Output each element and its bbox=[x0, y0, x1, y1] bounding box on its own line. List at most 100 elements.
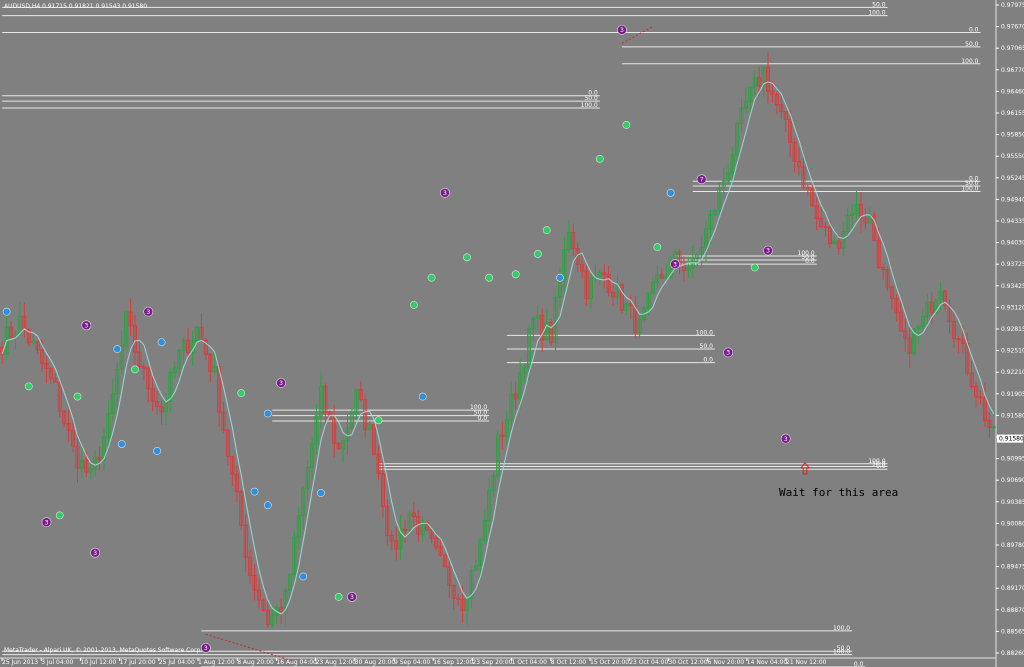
time-axis: 25 Jun 2013 3 Jul 04:00 10 Jul 12:00 17 Jul… bbox=[1, 658, 827, 666]
price-tick-label: 0.88260 bbox=[1001, 650, 1024, 657]
blue-signal-marker bbox=[157, 338, 166, 347]
price-axis: 0.97975 0.97670 0.97065 0.96770 0.96460 0.961… bbox=[996, 2, 1024, 657]
blue-signal-marker bbox=[418, 392, 427, 401]
blue-signal-marker bbox=[250, 487, 259, 496]
time-tick-label: 16 Aug 04:00 bbox=[276, 659, 317, 666]
time-tick-label: 23 Oct 04:00 bbox=[629, 659, 668, 666]
fib-level-label: 0.0 bbox=[703, 357, 713, 364]
fib-level-label: 50.0 bbox=[700, 343, 714, 350]
price-tick-label: 0.94335 bbox=[1001, 218, 1024, 225]
blue-signal-marker bbox=[113, 345, 122, 353]
chart-window[interactable]: 50.0 100.0 0.0 50.0 100.0 0.0 50.0 100.0 0.0 50.0… bbox=[0, 0, 1024, 667]
fib-level-label: 100.0 bbox=[868, 10, 885, 17]
candles bbox=[0, 52, 996, 629]
signal-marker-label: 3 bbox=[784, 436, 788, 443]
green-signal-marker bbox=[750, 263, 759, 272]
blue-signal-marker bbox=[299, 572, 308, 581]
price-tick-label: 0.90995 bbox=[1001, 456, 1024, 463]
signal-marker-label: 3 bbox=[93, 550, 97, 557]
fibonacci-levels: 50.0100.00.050.0100.00.050.0100.00.050.0… bbox=[2, 1, 981, 667]
signal-marker-label: 3 bbox=[350, 594, 354, 601]
copyright-text: MetaTrader - Alpari UK, © 2001-2013, Met… bbox=[4, 647, 202, 654]
green-signal-marker bbox=[653, 243, 662, 252]
green-signal-marker bbox=[427, 273, 436, 282]
fib-level-label: 0.0 bbox=[854, 661, 864, 667]
annotation-text: Wait for this area bbox=[779, 486, 898, 499]
fib-level-label: 100.0 bbox=[581, 102, 598, 109]
fib-level-label: 0.0 bbox=[969, 27, 979, 34]
green-signal-marker bbox=[409, 300, 418, 309]
green-signal-marker bbox=[595, 154, 604, 163]
fib-level-label: 100.0 bbox=[696, 329, 713, 336]
price-chart[interactable]: 50.0100.00.050.0100.00.050.0100.00.050.0… bbox=[0, 0, 1024, 667]
fib-level-label: 0.0 bbox=[876, 463, 886, 470]
green-signal-marker bbox=[485, 273, 494, 282]
signal-marker-label: 3 bbox=[673, 261, 677, 268]
price-tick-label: 0.92210 bbox=[1001, 369, 1024, 376]
price-tick-label: 0.95245 bbox=[1001, 175, 1024, 182]
green-signal-marker bbox=[55, 511, 64, 520]
price-tick-label: 0.90690 bbox=[1001, 477, 1024, 484]
time-tick-label: 15 Oct 20:00 bbox=[590, 659, 629, 666]
time-tick-label: 17 Jul 20:00 bbox=[120, 659, 156, 666]
signal-marker-label: 3 bbox=[84, 322, 88, 329]
time-tick-label: 1 Oct 04:00 bbox=[512, 659, 547, 666]
blue-signal-marker bbox=[556, 273, 564, 282]
fib-level-label: 0.0 bbox=[805, 258, 815, 265]
green-signal-marker bbox=[622, 121, 631, 129]
blue-signal-marker bbox=[263, 501, 272, 510]
time-tick-label: 23 Aug 12:00 bbox=[316, 659, 357, 666]
signal-marker-label: 3 bbox=[766, 248, 770, 255]
price-tick-label: 0.93120 bbox=[1001, 304, 1024, 311]
fib-level-label: 100.0 bbox=[833, 625, 850, 632]
blue-signal-marker bbox=[117, 440, 126, 448]
price-tick-label: 0.90080 bbox=[1001, 520, 1024, 527]
up-arrow-icon bbox=[799, 462, 811, 475]
price-tick-label: 0.91905 bbox=[1001, 391, 1024, 398]
price-tick-label: 0.88870 bbox=[1001, 607, 1024, 614]
signal-marker-label: 7 bbox=[700, 176, 704, 183]
price-tick-label: 0.93725 bbox=[1001, 261, 1024, 268]
blue-signal-marker bbox=[317, 489, 325, 497]
green-signal-marker bbox=[24, 382, 33, 391]
time-tick-label: 23 Sep 20:00 bbox=[472, 659, 512, 666]
price-tick-label: 0.97670 bbox=[1001, 24, 1024, 31]
fib-level-label: 100.0 bbox=[833, 649, 850, 656]
price-tick-label: 0.96460 bbox=[1001, 88, 1024, 95]
blue-signal-marker bbox=[153, 446, 162, 455]
price-tick-label: 0.89475 bbox=[1001, 564, 1024, 571]
time-tick-label: 30 Oct 12:00 bbox=[668, 659, 707, 666]
fib-level-label: 0.0 bbox=[478, 415, 488, 422]
price-tick-label: 0.89170 bbox=[1001, 585, 1024, 592]
fib-level-label: 100.0 bbox=[961, 58, 978, 65]
blue-signal-marker bbox=[2, 307, 11, 316]
trendline bbox=[205, 633, 295, 662]
moving-average bbox=[1, 81, 995, 615]
price-tick-label: 0.97975 bbox=[1001, 2, 1024, 9]
price-tick-label: 0.89780 bbox=[1001, 542, 1024, 549]
annotations: Wait for this area bbox=[205, 26, 898, 662]
symbol-header: AUDUSD,H4 0.91715 0.91821 0.91543 0.9158… bbox=[4, 3, 147, 10]
signal-marker-label: 3 bbox=[620, 27, 624, 34]
time-tick-label: 8 Aug 20:00 bbox=[237, 659, 274, 666]
price-tick-label: 0.97065 bbox=[1001, 45, 1024, 52]
signal-marker-label: 3 bbox=[146, 309, 150, 316]
green-signal-marker bbox=[533, 250, 542, 258]
price-tick-label: 0.96155 bbox=[1001, 110, 1024, 117]
green-signal-marker bbox=[511, 270, 520, 279]
price-tick-label: 0.91580 bbox=[1001, 412, 1024, 419]
price-tick-label: 0.92510 bbox=[1001, 348, 1024, 355]
time-tick-label: 6 Nov 20:00 bbox=[708, 659, 745, 666]
fib-level-label: 100.0 bbox=[961, 185, 978, 192]
price-tick-label: 0.96770 bbox=[1001, 67, 1024, 74]
price-tick-label: 0.93425 bbox=[1001, 283, 1024, 290]
green-signal-marker bbox=[131, 365, 139, 374]
time-tick-label: 9 Sep 04:00 bbox=[394, 659, 430, 666]
green-signal-marker bbox=[334, 592, 343, 601]
blue-signal-marker bbox=[666, 188, 675, 197]
price-tick-label: 0.90385 bbox=[1001, 499, 1024, 506]
time-tick-label: 1 Aug 12:00 bbox=[198, 659, 235, 666]
price-tick-label: 0.94940 bbox=[1001, 196, 1024, 203]
signal-markers: 3 3 3 3 3 3 3 3 3 3 7 3 3 3 bbox=[2, 24, 791, 653]
signal-marker-label: 3 bbox=[204, 645, 208, 652]
